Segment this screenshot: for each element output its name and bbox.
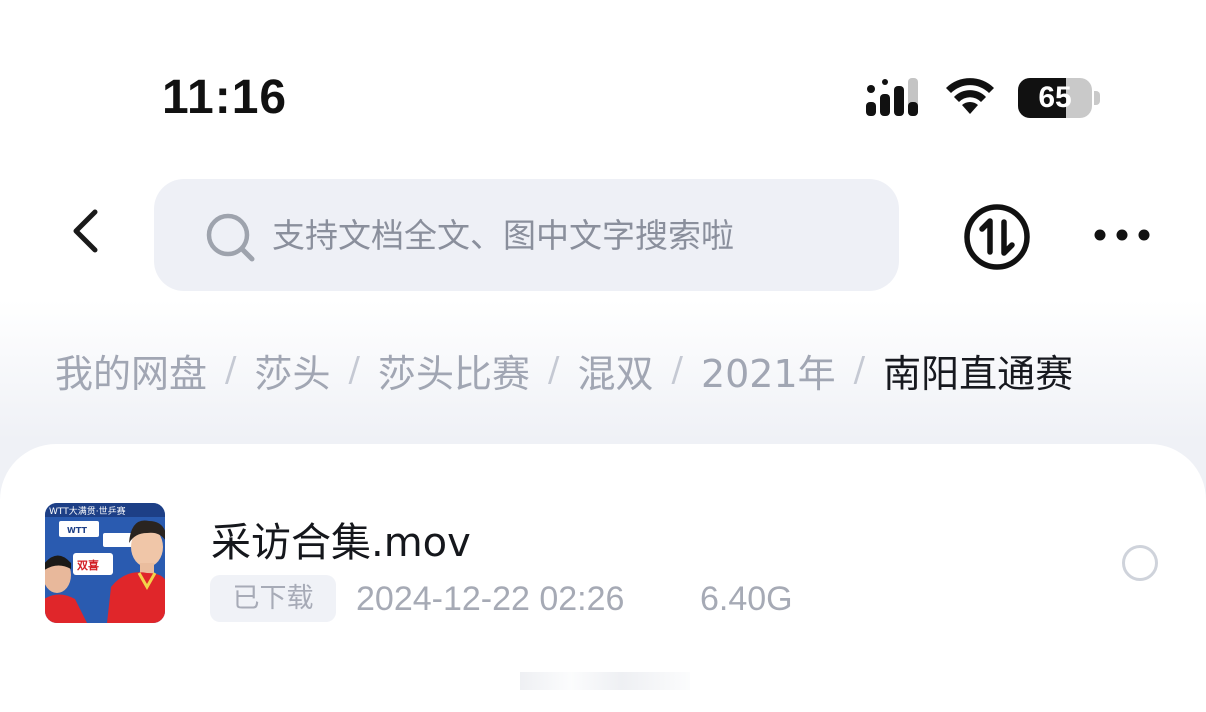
back-button[interactable]	[60, 206, 110, 256]
breadcrumb-separator: /	[671, 350, 683, 390]
battery-percent: 65	[1038, 81, 1072, 114]
battery-icon: 65	[1018, 78, 1092, 118]
breadcrumb-item-current: 南阳直通赛	[883, 351, 1074, 396]
breadcrumb: 我的网盘 / 莎头 / 莎头比赛 / 混双 / 2021年 / 南阳直通赛	[55, 340, 1073, 400]
sort-arrows-icon[interactable]	[962, 202, 1032, 272]
search-input[interactable]	[272, 207, 872, 263]
status-time: 11:16	[162, 71, 288, 124]
search-icon	[206, 213, 255, 262]
breadcrumb-separator: /	[547, 350, 560, 390]
signal-icon	[866, 78, 918, 116]
file-name[interactable]: 采访合集.mov	[211, 510, 471, 568]
thumbnail-sponsor: 双喜	[77, 558, 99, 572]
breadcrumb-separator: /	[853, 350, 866, 390]
breadcrumb-item-2021[interactable]: 2021年	[701, 343, 836, 398]
search-bar[interactable]	[154, 179, 899, 291]
breadcrumb-separator: /	[225, 350, 237, 390]
downloaded-badge: 已下载	[210, 575, 336, 622]
thumbnail-banner: WTT大满贯·世乒赛	[49, 505, 126, 517]
status-bar: 11:16 65	[0, 0, 1206, 150]
breadcrumb-item-matches[interactable]: 莎头比赛	[378, 343, 530, 398]
breadcrumb-item-my-drive[interactable]: 我的网盘	[55, 343, 207, 398]
loading-indicator	[520, 672, 690, 690]
select-checkbox[interactable]	[1122, 545, 1158, 581]
file-list: WTT大满贯·世乒赛 WTT 双喜 采访合集.mov 已下载 2024-12-2…	[0, 444, 1206, 712]
list-item[interactable]: WTT大满贯·世乒赛 WTT 双喜 采访合集.mov 已下载 2024-12-2…	[0, 444, 1206, 644]
file-size: 6.40G	[700, 580, 793, 618]
video-thumbnail: WTT大满贯·世乒赛 WTT 双喜	[45, 503, 165, 623]
file-date: 2024-12-22 02:26	[356, 580, 625, 618]
chevron-left-icon	[73, 209, 98, 253]
breadcrumb-item-mixed-doubles[interactable]: 混双	[577, 343, 653, 398]
breadcrumb-separator: /	[348, 350, 360, 390]
thumbnail-logo: WTT	[67, 526, 87, 535]
more-horizontal-icon[interactable]	[1090, 218, 1154, 252]
battery-tip	[1094, 91, 1100, 105]
breadcrumb-item-shatou[interactable]: 莎头	[254, 343, 330, 398]
wifi-icon	[946, 78, 994, 114]
